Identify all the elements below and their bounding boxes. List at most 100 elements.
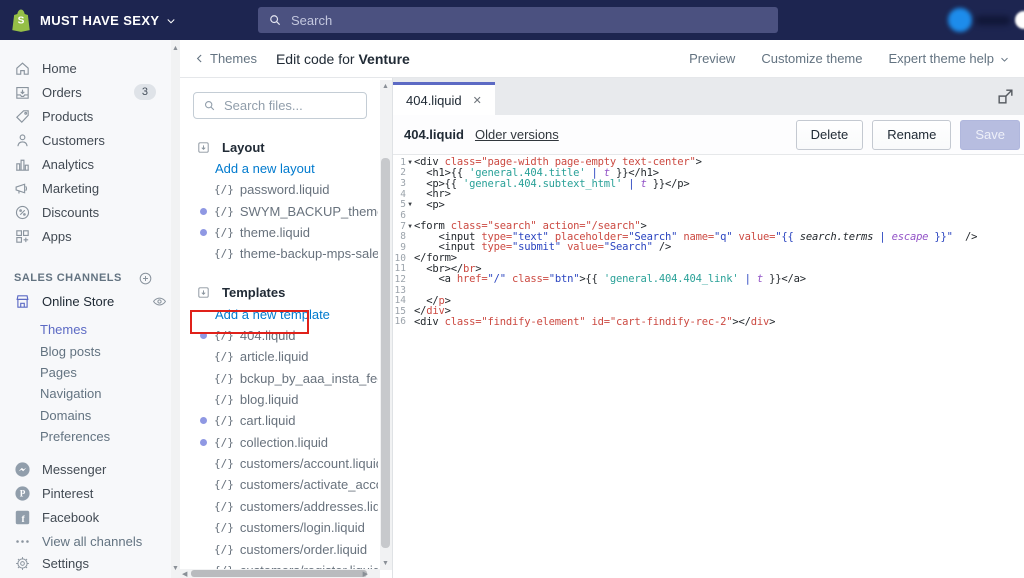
search-icon [203,99,216,112]
expand-editor-button[interactable] [996,87,1015,106]
file-item[interactable]: {/}theme.liquid [180,222,378,243]
sidebar-item-discounts[interactable]: Discounts [0,200,180,224]
save-button[interactable]: Save [960,120,1020,150]
file-item[interactable]: {/}customers/addresses.liquid [180,496,378,517]
sidebar-item-analytics[interactable]: Analytics [0,152,180,176]
file-item[interactable]: {/}theme-backup-mps-sales-not [180,243,378,264]
sidebar-item-orders[interactable]: Orders3 [0,80,180,104]
code-line[interactable]: 12 <a href="/" class="btn">{{ 'general.4… [393,274,1024,285]
modified-dot-icon [200,417,207,424]
sidebar-item-navigation[interactable]: Navigation [0,383,180,404]
file-item[interactable]: {/}customers/login.liquid [180,517,378,538]
sidebar-item-label: Orders [42,85,82,100]
delete-button[interactable]: Delete [796,120,864,150]
code-line[interactable]: 4 <hr> [393,189,1024,200]
file-item[interactable]: {/}bckup_by_aaa_insta_feed_inde [180,367,378,388]
file-item[interactable]: {/}cart.liquid [180,410,378,431]
code-area[interactable]: 1▼<div class="page-width page-empty text… [393,156,1024,577]
store-name: MUST HAVE SEXY [40,13,160,28]
vscroll-thumb[interactable] [381,158,390,548]
add-channel-icon[interactable] [138,271,153,286]
sidebar-item-messenger[interactable]: Messenger [0,457,180,481]
rename-button[interactable]: Rename [872,120,951,150]
scroll-right-arrow[interactable]: ▶ [363,570,368,578]
gear-icon [14,555,31,572]
code-line[interactable]: 10</form> [393,253,1024,264]
sidebar-item-home[interactable]: Home [0,56,180,80]
sidebar-item-blog-posts[interactable]: Blog posts [0,340,180,361]
folder-add-icon [196,140,211,155]
sidebar-item-label: Apps [42,229,72,244]
fold-arrow-icon[interactable]: ▼ [406,201,414,208]
sidebar-item-customers[interactable]: Customers [0,128,180,152]
toolbar-buttons: Delete Rename Save [796,120,1020,150]
header-action-label: Expert theme help [888,51,994,66]
code-line[interactable]: 13 [393,285,1024,296]
sidebar-item-pages[interactable]: Pages [0,362,180,383]
file-item[interactable]: {/}article.liquid [180,346,378,367]
file-item[interactable]: {/}SWYM_BACKUP_theme.liquid [180,200,378,221]
line-number: 5 [393,199,406,210]
file-item[interactable]: {/}blog.liquid [180,389,378,410]
avatar[interactable] [948,8,972,32]
file-name: theme.liquid [240,225,310,240]
sidebar-item-online-store[interactable]: Online Store [0,289,180,313]
add-new-templates-link[interactable]: Add a new template [180,304,378,325]
sidebar-item-products[interactable]: Products [0,104,180,128]
sidebar-item-pinterest[interactable]: Pinterest [0,481,180,505]
liquid-file-icon: {/} [214,247,234,260]
file-panel-hscrollbar[interactable]: ◀ ▶ [180,569,380,578]
sidebar-item-marketing[interactable]: Marketing [0,176,180,200]
liquid-file-icon: {/} [214,183,234,196]
discount-icon [14,204,31,221]
orders-icon [14,84,31,101]
scroll-left-arrow[interactable]: ◀ [182,570,187,578]
code-line[interactable]: 14 </p> [393,295,1024,306]
breadcrumb-themes[interactable]: Themes [193,51,257,66]
global-search-input[interactable] [291,13,731,28]
older-versions-link[interactable]: Older versions [475,127,559,142]
sidebar-item-themes[interactable]: Themes [0,319,180,340]
header-action-expert-theme-help[interactable]: Expert theme help [888,51,1010,66]
line-number: 6 [393,210,406,221]
file-item[interactable]: {/}customers/account.liquid [180,453,378,474]
file-item[interactable]: {/}customers/order.liquid [180,538,378,559]
tab-404-liquid[interactable]: 404.liquid ✕ [393,82,495,115]
sidebar-item-preferences[interactable]: Preferences [0,426,180,447]
file-item[interactable]: {/}collection.liquid [180,432,378,453]
scroll-down-arrow[interactable]: ▼ [382,559,389,568]
global-search[interactable] [258,7,778,33]
code-line[interactable]: 16<div class="findify-element" id="cart-… [393,317,1024,328]
file-panel-vscrollbar[interactable]: ▲ ▼ [380,80,392,570]
eye-icon[interactable] [152,294,167,309]
tab-strip: 404.liquid ✕ [393,78,1024,115]
modified-dot-icon [200,439,207,446]
sidebar-item-domains[interactable]: Domains [0,405,180,426]
file-search[interactable] [193,92,367,119]
code-line[interactable]: 9 <input type="submit" value="Search" /> [393,242,1024,253]
store-menu-button[interactable]: S MUST HAVE SEXY [10,8,177,32]
file-search-input[interactable] [224,98,354,113]
sidebar-item-settings[interactable]: Settings [0,550,170,576]
hscroll-thumb[interactable] [191,570,367,577]
file-item[interactable]: {/}customers/activate_account.lic [180,474,378,495]
line-number: 3 [393,178,406,189]
fold-arrow-icon[interactable]: ▼ [406,223,414,230]
close-tab-icon[interactable]: ✕ [473,94,482,107]
file-item[interactable]: {/} password.liquid [180,179,378,200]
scroll-down-arrow[interactable]: ▼ [171,564,180,574]
header-action-customize-theme[interactable]: Customize theme [761,51,862,66]
code-line-content: <p>{{ 'general.404.subtext_html' | t }}<… [414,178,690,190]
fold-arrow-icon[interactable]: ▼ [406,159,414,166]
sidebar-item-facebook[interactable]: Facebook [0,505,180,529]
file-item[interactable]: {/}404.liquid [180,325,378,346]
sidebar-item-apps[interactable]: Apps [0,224,180,248]
header-action-preview[interactable]: Preview [689,51,735,66]
sidebar-scrollbar[interactable]: ▲ ▼ [171,40,180,578]
scroll-up-arrow[interactable]: ▲ [382,82,389,91]
add-new-layout-link[interactable]: Add a new layout [180,158,378,179]
code-line[interactable]: 3 <p>{{ 'general.404.subtext_html' | t }… [393,178,1024,189]
code-line[interactable]: 5▼ <p> [393,200,1024,211]
scroll-up-arrow[interactable]: ▲ [171,44,180,54]
file-name: password.liquid [240,182,330,197]
